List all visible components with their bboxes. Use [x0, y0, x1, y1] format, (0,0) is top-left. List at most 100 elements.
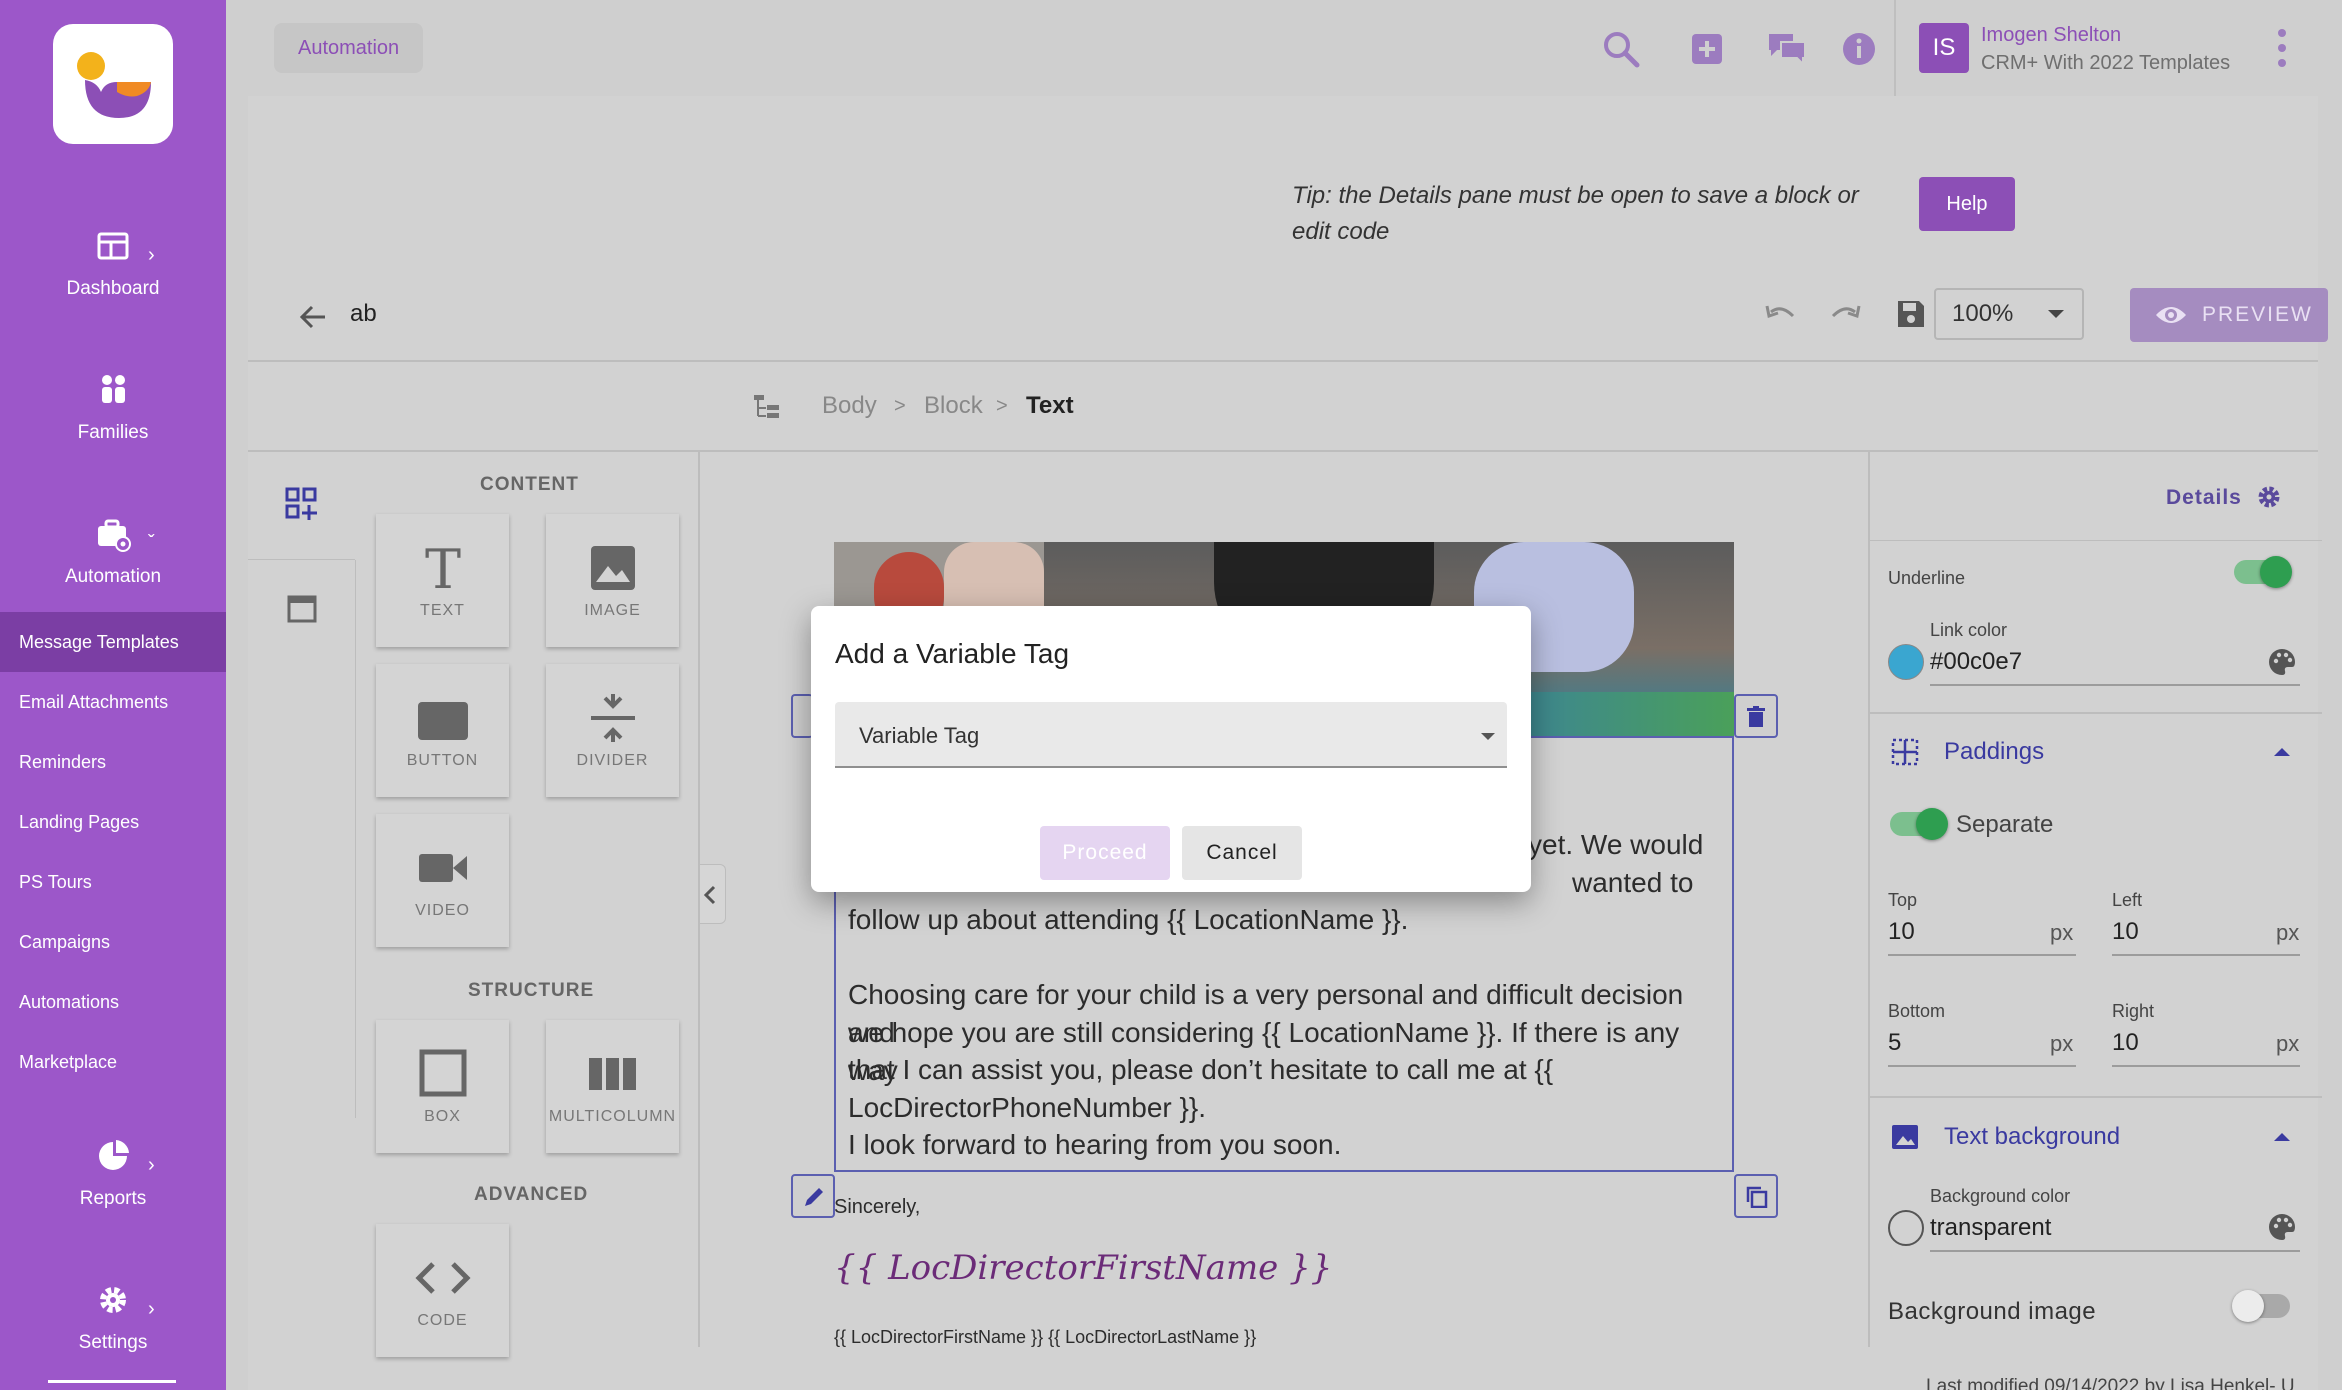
field-underline	[1888, 1065, 2076, 1067]
block-text[interactable]: T TEXT	[376, 514, 509, 647]
block-video[interactable]: VIDEO	[376, 814, 509, 947]
text-background-section-title[interactable]: Text background	[1944, 1123, 2120, 1151]
padding-top-value[interactable]: 10	[1888, 918, 1915, 946]
layer-breadcrumb-bar: Body > Block > Text	[248, 362, 2318, 452]
text-fragment: yet. We would	[1528, 829, 1704, 860]
blocks-tab[interactable]	[248, 452, 355, 560]
breadcrumb-body[interactable]: Body	[822, 392, 877, 420]
redo-icon[interactable]	[1829, 300, 1863, 330]
submenu-ps-tours[interactable]: PS Tours	[0, 852, 226, 912]
nav-families[interactable]: Families	[0, 370, 226, 444]
info-icon[interactable]	[1838, 28, 1880, 70]
nav-automation[interactable]: ˇ Automation	[0, 514, 226, 588]
nav-label: Reports	[79, 1188, 147, 1209]
blocks-panel-border	[698, 452, 700, 1347]
bg-color-value[interactable]: transparent	[1930, 1214, 2051, 1242]
link-color-value[interactable]: #00c0e7	[1930, 648, 2022, 676]
nav-reports[interactable]: › Reports	[0, 1136, 226, 1210]
block-code[interactable]: CODE	[376, 1224, 509, 1357]
zoom-select[interactable]: 100%	[1934, 288, 2084, 340]
section-divider	[1870, 1096, 2322, 1098]
editor-toolbar: ab 100% PREVIEW	[248, 270, 2328, 362]
collapse-caret-icon[interactable]	[2274, 748, 2290, 756]
cancel-button[interactable]: Cancel	[1182, 826, 1302, 880]
breadcrumb-chip[interactable]: Automation	[274, 23, 424, 73]
proceed-button[interactable]: Proceed	[1040, 826, 1170, 880]
padding-left-value[interactable]: 10	[2112, 918, 2139, 946]
svg-text:T: T	[424, 542, 460, 594]
palette-icon[interactable]	[2267, 647, 2297, 677]
dashboard-icon	[97, 232, 129, 260]
settings-active-underline	[48, 1380, 176, 1383]
app-logo[interactable]	[53, 24, 173, 144]
chevron-right-icon: ›	[148, 1154, 155, 1176]
chat-icon[interactable]	[1766, 28, 1808, 70]
block-button[interactable]: BUTTON	[376, 664, 509, 797]
block-multicolumn[interactable]: MULTICOLUMN	[546, 1020, 679, 1153]
document-name[interactable]: ab	[350, 300, 377, 328]
delete-block-button[interactable]	[1734, 694, 1778, 738]
breadcrumb-block[interactable]: Block	[924, 392, 983, 420]
bg-image-toggle[interactable]	[2232, 1290, 2290, 1322]
divider-icon	[590, 694, 635, 742]
text-fragment: wanted to	[1572, 867, 1694, 898]
submenu-email-attachments[interactable]: Email Attachments	[0, 672, 226, 732]
back-arrow-icon[interactable]	[298, 302, 328, 332]
palette-icon[interactable]	[2267, 1212, 2297, 1242]
more-vert-icon[interactable]	[2276, 28, 2288, 68]
preview-button[interactable]: PREVIEW	[2130, 288, 2328, 342]
submenu-marketplace[interactable]: Marketplace	[0, 1032, 226, 1092]
save-icon[interactable]	[1895, 298, 1927, 330]
undo-icon[interactable]	[1763, 300, 1797, 330]
block-divider[interactable]: DIVIDER	[546, 664, 679, 797]
variable-tag-select[interactable]: Variable Tag	[835, 702, 1507, 768]
breadcrumb-text[interactable]: Text	[1026, 392, 1074, 420]
closing-text: Sincerely,	[834, 1196, 921, 1218]
edit-block-button[interactable]	[791, 1174, 835, 1218]
move-block-handle[interactable]	[791, 694, 813, 738]
bg-color-swatch[interactable]	[1888, 1210, 1924, 1246]
logo-icon	[77, 52, 151, 118]
submenu-reminders[interactable]: Reminders	[0, 732, 226, 792]
gear-icon[interactable]	[2256, 484, 2282, 510]
box-icon	[419, 1049, 466, 1097]
details-title[interactable]: Details	[2166, 486, 2242, 510]
padding-bottom-value[interactable]: 5	[1888, 1029, 1901, 1057]
submenu-landing-pages[interactable]: Landing Pages	[0, 792, 226, 852]
text-para-line: I look forward to hearing from you soon.	[848, 1129, 1342, 1160]
structure-section-title: STRUCTURE	[468, 980, 595, 1001]
layout-tab-icon[interactable]	[286, 594, 318, 624]
underline-label: Underline	[1888, 568, 1966, 588]
avatar[interactable]: IS	[1919, 23, 1969, 73]
add-variable-tag-dialog: Add a Variable Tag Variable Tag Proceed …	[811, 606, 1531, 892]
sidebar: › Dashboard Families ˇ Automation Messag…	[0, 0, 226, 1390]
collapse-panel-tab[interactable]	[698, 864, 726, 924]
field-underline	[1930, 684, 2300, 686]
link-color-swatch[interactable]	[1888, 644, 1924, 680]
user-name[interactable]: Imogen Shelton	[1981, 24, 2121, 47]
search-icon[interactable]	[1600, 28, 1642, 70]
block-label: TEXT	[420, 602, 465, 619]
nav-dashboard[interactable]: › Dashboard	[0, 226, 226, 300]
add-icon[interactable]	[1686, 28, 1728, 70]
collapse-caret-icon[interactable]	[2274, 1133, 2290, 1141]
padding-right-value[interactable]: 10	[2112, 1029, 2139, 1057]
layer-tree-icon[interactable]	[752, 392, 782, 422]
submenu-automations[interactable]: Automations	[0, 972, 226, 1032]
signature: {{ LocDirectorFirstName }}	[834, 1248, 1333, 1288]
duplicate-block-button[interactable]	[1734, 1174, 1778, 1218]
content-section-title: CONTENT	[480, 474, 579, 495]
paddings-section-title[interactable]: Paddings	[1944, 738, 2044, 766]
block-image[interactable]: IMAGE	[546, 514, 679, 647]
underline-toggle[interactable]	[2234, 556, 2292, 588]
preview-label: PREVIEW	[2202, 303, 2313, 326]
text-background-icon	[1892, 1125, 1918, 1149]
help-button[interactable]: Help	[1919, 177, 2015, 231]
block-box[interactable]: BOX	[376, 1020, 509, 1153]
separate-toggle[interactable]	[1890, 808, 1948, 840]
submenu-campaigns[interactable]: Campaigns	[0, 912, 226, 972]
submenu-message-templates[interactable]: Message Templates	[0, 612, 226, 672]
bg-color-label: Background color	[1930, 1186, 2071, 1206]
block-label: MULTICOLUMN	[548, 1108, 677, 1125]
nav-settings[interactable]: › Settings	[0, 1280, 226, 1354]
